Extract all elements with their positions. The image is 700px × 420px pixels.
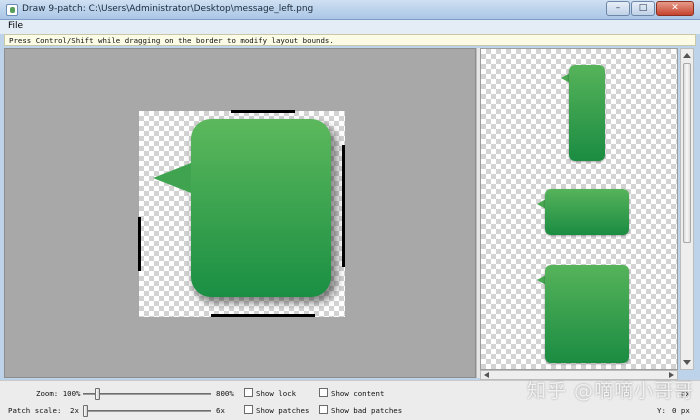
patch-scale-slider-thumb[interactable] <box>83 405 88 417</box>
scroll-up-icon[interactable] <box>683 53 691 58</box>
show-patches-label[interactable]: Show patches <box>256 406 309 415</box>
close-icon: ✕ <box>671 3 679 13</box>
top-stretch-guide[interactable] <box>231 110 295 113</box>
window-title: Draw 9-patch: C:\Users\Administrator\Des… <box>22 4 314 14</box>
preview-bubble-wide <box>545 189 629 235</box>
zoom-max-label: 800% <box>216 389 234 398</box>
speech-bubble-image <box>191 119 331 297</box>
patch-scale-slider[interactable] <box>83 405 211 417</box>
show-content-checkbox[interactable] <box>319 388 328 397</box>
bottom-content-guide[interactable] <box>211 314 315 317</box>
app-icon <box>6 4 18 16</box>
left-stretch-guide[interactable] <box>138 217 141 271</box>
show-content-label[interactable]: Show content <box>331 389 384 398</box>
scroll-left-icon[interactable] <box>484 372 489 378</box>
menu-file[interactable]: File <box>8 21 23 31</box>
preview-vertical-scrollbar[interactable] <box>680 48 694 370</box>
show-lock-checkbox[interactable] <box>244 388 253 397</box>
show-patches-checkbox[interactable] <box>244 405 253 414</box>
patch-scale-label: Patch scale: <box>8 406 62 415</box>
zoom-slider[interactable] <box>83 388 211 400</box>
hint-bar: Press Control/Shift while dragging on th… <box>4 34 696 46</box>
close-button[interactable]: ✕ <box>656 1 694 16</box>
watermark-text: 知乎 @嘀嘀小哥哥 <box>527 380 695 402</box>
scroll-down-icon[interactable] <box>683 360 691 365</box>
patch-scale-min-label: 2x <box>70 406 79 415</box>
patch-scale-max-label: 6x <box>216 406 225 415</box>
zoom-label: Zoom: 100% <box>36 389 81 398</box>
show-bad-patches-label[interactable]: Show bad patches <box>331 406 402 415</box>
menu-bar: File <box>0 20 700 34</box>
zoom-slider-thumb[interactable] <box>95 388 100 400</box>
right-content-guide[interactable] <box>342 145 345 267</box>
y-coordinate-label: Y: <box>657 406 666 415</box>
scroll-thumb[interactable] <box>683 63 691 243</box>
bubble-tail <box>153 163 191 193</box>
show-bad-patches-checkbox[interactable] <box>319 405 328 414</box>
window-controls: – □ ✕ <box>605 1 694 16</box>
y-coordinate-value: 0 px <box>672 406 690 415</box>
preview-panel <box>480 48 678 370</box>
maximize-button[interactable]: □ <box>631 1 655 16</box>
preview-bubble-large <box>545 265 629 363</box>
preview-bubble-tall <box>569 65 605 161</box>
hint-text: Press Control/Shift while dragging on th… <box>9 36 334 45</box>
title-bar[interactable]: Draw 9-patch: C:\Users\Administrator\Des… <box>0 0 700 20</box>
maximize-icon: □ <box>638 3 648 13</box>
minimize-button[interactable]: – <box>606 1 630 16</box>
editor-area[interactable] <box>4 48 476 378</box>
nine-patch-canvas[interactable] <box>138 110 345 317</box>
show-lock-label[interactable]: Show lock <box>256 389 296 398</box>
minimize-icon: – <box>615 3 621 13</box>
